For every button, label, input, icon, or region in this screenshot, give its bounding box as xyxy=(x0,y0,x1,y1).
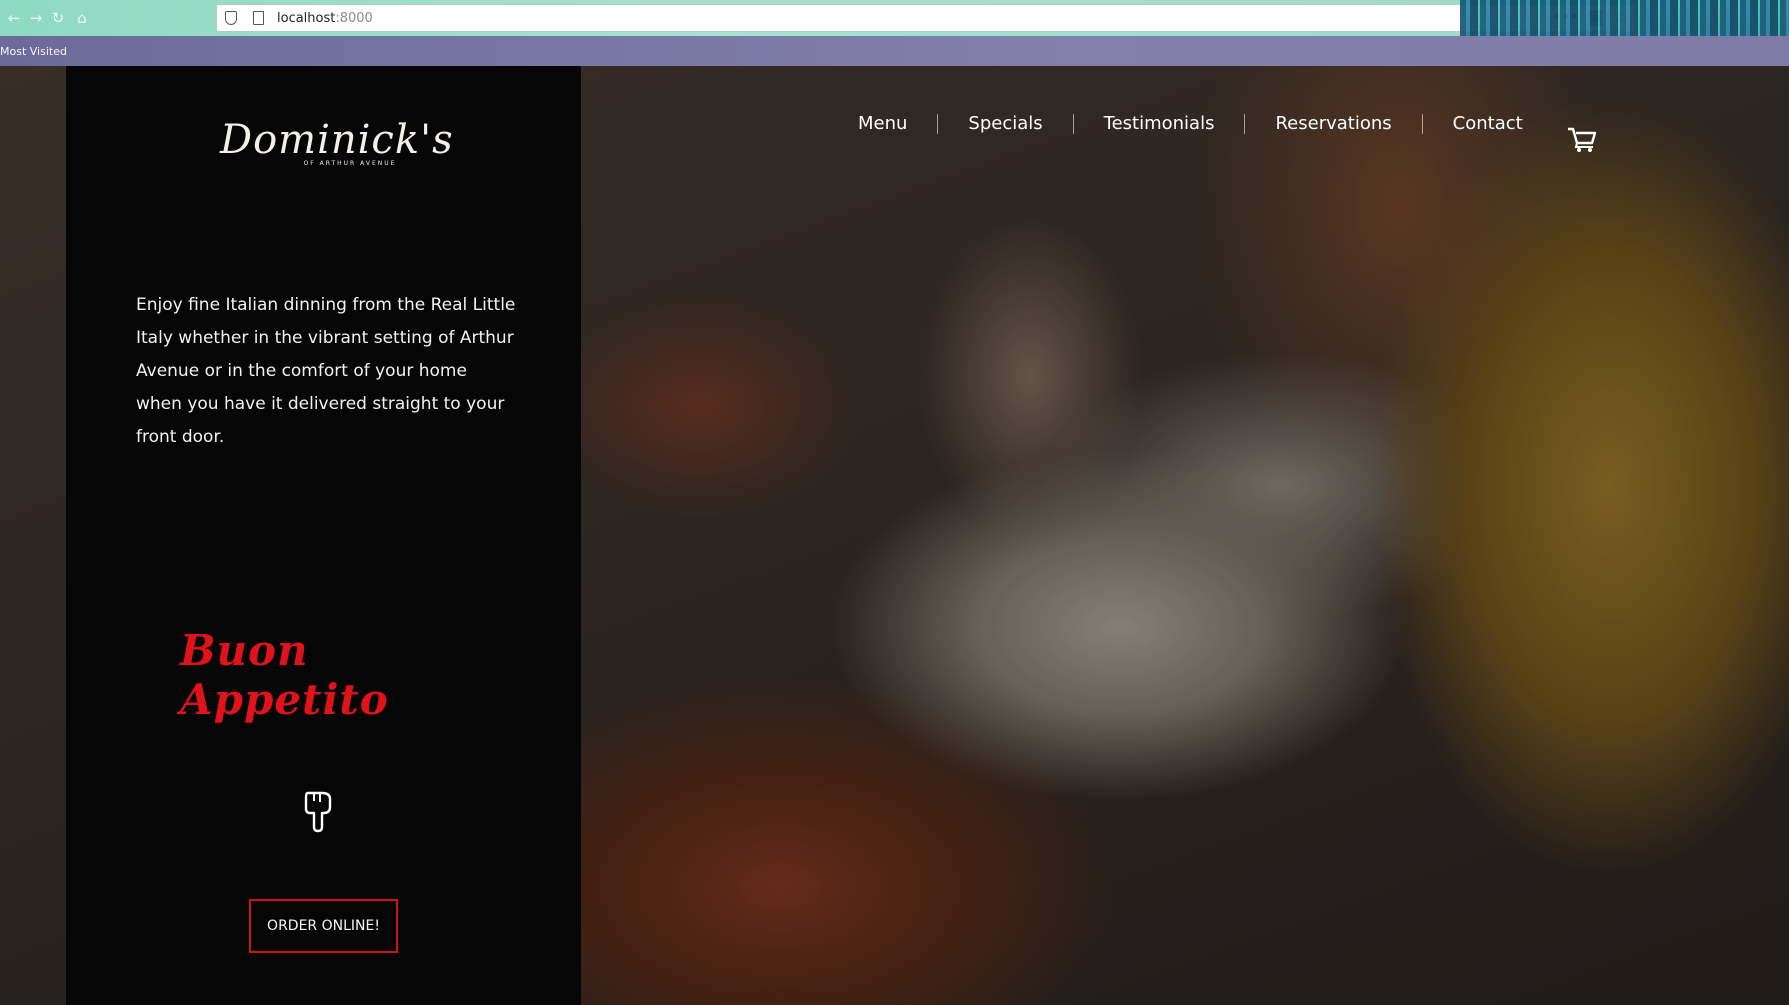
url-text[interactable]: localhost:8000 xyxy=(277,11,373,26)
shield-icon[interactable] xyxy=(225,11,237,25)
cart-icon[interactable] xyxy=(1566,126,1598,154)
url-port: :8000 xyxy=(335,11,373,26)
home-icon[interactable]: ⌂ xyxy=(72,8,92,28)
page: Dominick's OF ARTHUR AVENUE Enjoy fine I… xyxy=(0,66,1789,1005)
bookmark-most-visited[interactable]: Most Visited xyxy=(0,45,67,58)
tagline: Buon Appetito xyxy=(180,626,389,724)
nav-link-specials[interactable]: Specials xyxy=(938,114,1074,134)
address-bar[interactable]: localhost:8000 ••• ◙ ☆ xyxy=(216,4,1636,32)
nav-link-reservations[interactable]: Reservations xyxy=(1245,114,1423,134)
intro-text: Enjoy fine Italian dinning from the Real… xyxy=(136,295,516,447)
site-logo[interactable]: Dominick's OF ARTHUR AVENUE xyxy=(220,116,454,167)
hand-pointing-down-icon xyxy=(304,791,332,833)
page-info-icon[interactable] xyxy=(253,11,264,25)
back-icon[interactable]: ← xyxy=(4,8,24,28)
nav-link-menu[interactable]: Menu xyxy=(830,114,939,134)
logo-text: Dominick's xyxy=(220,117,454,163)
url-host: localhost xyxy=(277,11,336,26)
browser-toolbar: ← → ↻ ⌂ localhost:8000 ••• ◙ ☆ xyxy=(0,0,1789,66)
nav-link-contact[interactable]: Contact xyxy=(1423,114,1553,134)
main-nav: Menu Specials Testimonials Reservations … xyxy=(830,114,1553,134)
order-online-button[interactable]: ORDER ONLINE! xyxy=(249,899,398,953)
forward-icon[interactable]: → xyxy=(26,8,46,28)
bookmarks-bar: Most Visited xyxy=(0,36,1789,66)
nav-link-testimonials[interactable]: Testimonials xyxy=(1074,114,1246,134)
reload-icon[interactable]: ↻ xyxy=(48,8,68,28)
side-panel xyxy=(66,66,581,1005)
